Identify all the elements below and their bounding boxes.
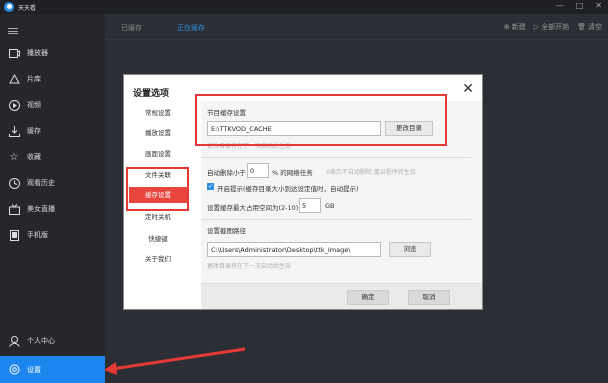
annotation-arrow xyxy=(104,347,246,375)
